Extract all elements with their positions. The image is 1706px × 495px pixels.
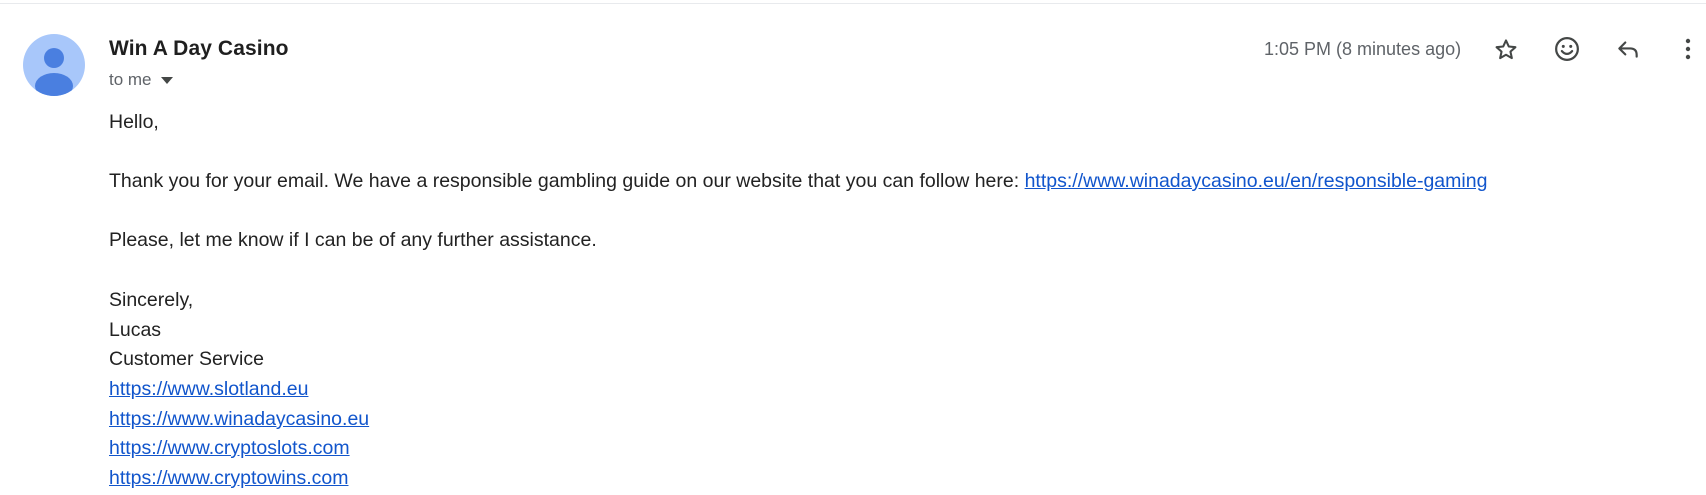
reply-icon <box>1618 41 1638 58</box>
signature-link-cryptoslots[interactable]: https://www.cryptoslots.com <box>109 436 350 460</box>
reply-button[interactable] <box>1610 31 1646 67</box>
signature-link-winadaycasino[interactable]: https://www.winadaycasino.eu <box>109 407 369 431</box>
more-options-icon <box>1685 38 1691 60</box>
signature-title: Customer Service <box>109 348 264 370</box>
message-timestamp[interactable]: 1:05 PM (8 minutes ago) <box>1264 39 1461 60</box>
signature-name: Lucas <box>109 319 162 341</box>
recipient-details-toggle[interactable]: to me <box>109 70 173 90</box>
top-divider <box>0 3 1706 4</box>
body-paragraph-1: Thank you for your email. We have a resp… <box>109 169 1487 193</box>
star-button[interactable] <box>1488 32 1524 68</box>
star-icon <box>1495 39 1517 60</box>
closing-text: Sincerely, <box>109 289 194 311</box>
sender-avatar[interactable] <box>23 34 85 96</box>
chevron-down-icon <box>160 70 173 90</box>
more-options-button[interactable] <box>1670 31 1706 67</box>
body-paragraph-2: Please, let me know if I can be of any f… <box>109 229 597 251</box>
signature-link-slotland[interactable]: https://www.slotland.eu <box>109 377 308 401</box>
greeting-text: Hello, <box>109 111 159 133</box>
person-avatar-icon <box>35 48 73 96</box>
sender-name[interactable]: Win A Day Casino <box>109 37 289 61</box>
recipient-label: to me <box>109 70 152 89</box>
add-reaction-button[interactable] <box>1549 31 1585 67</box>
paragraph-1-text: Thank you for your email. We have a resp… <box>109 170 1025 192</box>
emoji-reaction-icon <box>1555 37 1579 61</box>
signature-link-cryptowins[interactable]: https://www.cryptowins.com <box>109 466 348 490</box>
responsible-gaming-link[interactable]: https://www.winadaycasino.eu/en/responsi… <box>1025 170 1488 192</box>
